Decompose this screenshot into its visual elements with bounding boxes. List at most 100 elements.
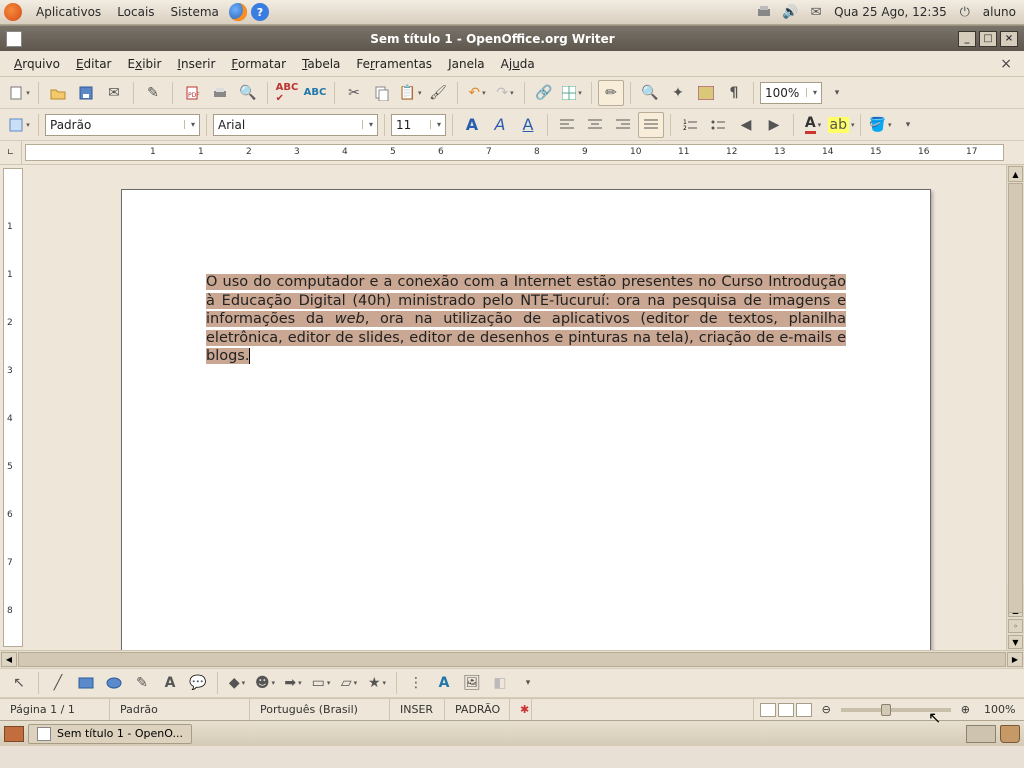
align-right-button[interactable] <box>610 112 636 138</box>
export-pdf-button[interactable]: PDF <box>179 80 205 106</box>
highlight-button[interactable]: ab <box>828 112 854 138</box>
copy-button[interactable] <box>369 80 395 106</box>
font-name-combo[interactable]: Arial▾ <box>213 114 378 136</box>
horizontal-scrollbar[interactable]: ◀ ▶ <box>0 650 1024 668</box>
freeform-tool-button[interactable]: ✎ <box>129 670 155 696</box>
vscroll-thumb[interactable] <box>1008 183 1023 613</box>
menu-exibir[interactable]: Exibir <box>120 54 170 74</box>
auto-spellcheck-button[interactable]: ABC <box>302 80 328 106</box>
vertical-ruler[interactable]: 112345678 <box>3 168 23 647</box>
workspace-switcher[interactable] <box>966 725 996 743</box>
table-button[interactable] <box>559 80 585 106</box>
open-button[interactable] <box>45 80 71 106</box>
align-justify-button[interactable] <box>638 112 664 138</box>
window-close-button[interactable]: × <box>1000 31 1018 47</box>
font-size-combo[interactable]: 11▾ <box>391 114 446 136</box>
underline-button[interactable]: A <box>515 112 541 138</box>
background-color-button[interactable]: 🪣 <box>867 112 893 138</box>
callout-tool-button[interactable]: 💬 <box>185 670 211 696</box>
bullet-list-button[interactable] <box>705 112 731 138</box>
status-signature[interactable]: ✱ <box>510 699 532 720</box>
show-desktop-button[interactable] <box>4 726 24 742</box>
print-preview-button[interactable]: 🔍 <box>235 80 261 106</box>
flowchart-button[interactable]: ▭ <box>308 670 334 696</box>
status-selection-mode[interactable]: PADRÃO <box>445 699 510 720</box>
decrease-indent-button[interactable]: ◀ <box>733 112 759 138</box>
cut-button[interactable]: ✂ <box>341 80 367 106</box>
textbox-tool-button[interactable]: A <box>157 670 183 696</box>
toolbar-overflow-button[interactable]: ▾ <box>824 80 850 106</box>
book-view-button[interactable] <box>796 703 812 717</box>
stars-button[interactable]: ★ <box>364 670 390 696</box>
multi-page-view-button[interactable] <box>778 703 794 717</box>
align-left-button[interactable] <box>554 112 580 138</box>
from-file-button[interactable]: 🖼 <box>459 670 485 696</box>
horizontal-ruler[interactable]: 1123456789101112131415161718 <box>25 144 1004 161</box>
paragraph-style-combo[interactable]: Padrão▾ <box>45 114 200 136</box>
printer-icon[interactable] <box>756 5 772 19</box>
firefox-icon[interactable] <box>229 3 247 21</box>
points-button[interactable]: ⋮ <box>403 670 429 696</box>
status-zoom[interactable]: 100% <box>974 699 1024 720</box>
power-icon[interactable]: ⏻ <box>957 5 973 19</box>
document-close-button[interactable]: × <box>994 56 1018 72</box>
find-replace-button[interactable]: 🔍 <box>637 80 663 106</box>
callouts-button[interactable]: ▱ <box>336 670 362 696</box>
extrusion-button[interactable]: ◧ <box>487 670 513 696</box>
user-label[interactable]: aluno <box>983 5 1016 19</box>
window-maximize-button[interactable]: □ <box>979 31 997 47</box>
paragraph-text[interactable]: O uso do computador e a conexão com a In… <box>206 273 846 366</box>
new-button[interactable] <box>6 80 32 106</box>
menu-editar[interactable]: Editar <box>68 54 120 74</box>
hyperlink-button[interactable]: 🔗 <box>531 80 557 106</box>
document-canvas[interactable]: O uso do computador e a conexão com a In… <box>26 165 1006 650</box>
menu-ajuda[interactable]: Ajuda <box>493 54 543 74</box>
save-button[interactable] <box>73 80 99 106</box>
zoom-combo[interactable]: 100%▾ <box>760 82 822 104</box>
email-button[interactable]: ✉ <box>101 80 127 106</box>
status-insert-mode[interactable]: INSER <box>390 699 445 720</box>
drawbar-overflow-button[interactable]: ▾ <box>515 670 541 696</box>
gnome-menu-applications[interactable]: Aplicativos <box>28 5 109 19</box>
basic-shapes-button[interactable]: ◆ <box>224 670 250 696</box>
taskbar-item-writer[interactable]: Sem título 1 - OpenO... <box>28 724 192 744</box>
zoom-out-button[interactable]: ⊖ <box>818 699 835 720</box>
font-color-button[interactable]: A <box>800 112 826 138</box>
scroll-left-button[interactable]: ◀ <box>1 652 17 667</box>
show-draw-functions-button[interactable]: ✏ <box>598 80 624 106</box>
vertical-scrollbar[interactable]: ▲ ▼ ▲ ◦ ▼ <box>1006 165 1024 650</box>
volume-icon[interactable]: 🔊 <box>782 5 798 19</box>
menu-tabela[interactable]: Tabela <box>294 54 348 74</box>
zoom-slider[interactable] <box>841 708 951 712</box>
nav-select-button[interactable]: ◦ <box>1008 619 1023 633</box>
spellcheck-button[interactable]: ABC✔ <box>274 80 300 106</box>
menu-arquivo[interactable]: Arquivo <box>6 54 68 74</box>
single-page-view-button[interactable] <box>760 703 776 717</box>
format-paintbrush-button[interactable]: 🖌 <box>425 80 451 106</box>
scroll-up-button[interactable]: ▲ <box>1008 166 1023 182</box>
undo-button[interactable]: ↶ <box>464 80 490 106</box>
window-minimize-button[interactable]: _ <box>958 31 976 47</box>
status-style[interactable]: Padrão <box>110 699 250 720</box>
line-tool-button[interactable]: ╱ <box>45 670 71 696</box>
menu-formatar[interactable]: Formatar <box>223 54 294 74</box>
menu-ferramentas[interactable]: Ferramentas <box>348 54 440 74</box>
print-button[interactable] <box>207 80 233 106</box>
menu-janela[interactable]: Janela <box>440 54 493 74</box>
edit-file-button[interactable]: ✎ <box>140 80 166 106</box>
status-page[interactable]: Página 1 / 1 <box>0 699 110 720</box>
bold-button[interactable]: A <box>459 112 485 138</box>
increase-indent-button[interactable]: ▶ <box>761 112 787 138</box>
styles-button[interactable] <box>6 112 32 138</box>
gnome-menu-places[interactable]: Locais <box>109 5 162 19</box>
menu-inserir[interactable]: Inserir <box>169 54 223 74</box>
select-tool-button[interactable]: ↖ <box>6 670 32 696</box>
redo-button[interactable]: ↷ <box>492 80 518 106</box>
toolbar-overflow-button-2[interactable]: ▾ <box>895 112 921 138</box>
zoom-in-button[interactable]: ⊕ <box>957 699 974 720</box>
scroll-right-button[interactable]: ▶ <box>1007 652 1023 667</box>
rectangle-tool-button[interactable] <box>73 670 99 696</box>
mail-icon[interactable]: ✉ <box>808 5 824 19</box>
status-language[interactable]: Português (Brasil) <box>250 699 390 720</box>
italic-button[interactable]: A <box>487 112 513 138</box>
